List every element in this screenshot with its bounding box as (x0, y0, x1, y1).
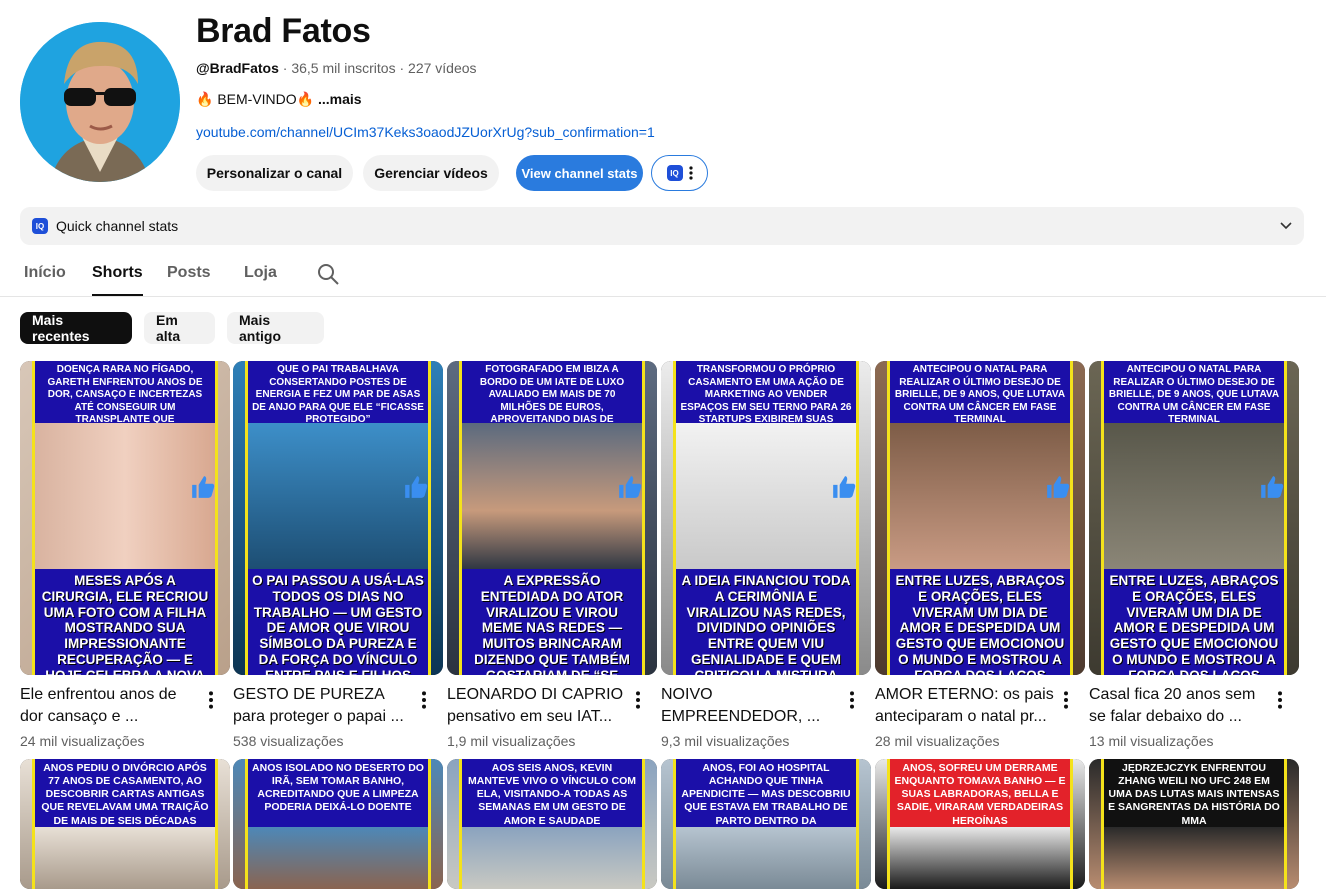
more-actions-icon[interactable] (847, 690, 857, 710)
short-views: 538 visualizações (233, 733, 344, 749)
customize-channel-button[interactable]: Personalizar o canal (196, 155, 353, 191)
short-thumbnail[interactable]: QUE O PAI TRABALHAVA CONSERTANDO POSTES … (233, 361, 443, 675)
kebab-icon (688, 166, 693, 180)
thumbnail-frame (245, 361, 431, 675)
thumbs-up-icon (833, 476, 856, 498)
short-card[interactable]: FOTOGRAFADO EM IBIZA A BORDO DE UM IATE … (447, 361, 657, 749)
short-card[interactable]: AOS SEIS ANOS, KEVIN MANTEVE VIVO O VÍNC… (447, 759, 657, 889)
more-actions-icon[interactable] (1275, 690, 1285, 710)
short-views: 1,9 mil visualizações (447, 733, 576, 749)
short-thumbnail[interactable]: TRANSFORMOU O PRÓPRIO CASAMENTO EM UMA A… (661, 361, 871, 675)
tab-inicio[interactable]: Início (24, 264, 66, 282)
short-title[interactable]: LEONARDO DI CAPRIO pensativo em seu IAT.… (447, 684, 627, 728)
thumbnail-frame (459, 361, 645, 675)
more-actions-icon[interactable] (206, 690, 216, 710)
thumbnail-frame (887, 361, 1073, 675)
short-thumbnail[interactable]: ANOS, SOFREU UM DERRAME ENQUANTO TOMAVA … (875, 759, 1085, 889)
channel-avatar[interactable] (20, 22, 180, 182)
channel-description[interactable]: 🔥 BEM-VINDO🔥 ...mais (196, 91, 362, 108)
more-actions-icon[interactable] (1061, 690, 1071, 710)
short-card[interactable]: TRANSFORMOU O PRÓPRIO CASAMENTO EM UMA A… (661, 361, 871, 749)
thumbnail-frame (245, 759, 431, 889)
short-thumbnail[interactable]: ANTECIPOU O NATAL PARA REALIZAR O ÚLTIMO… (1089, 361, 1299, 675)
thumbnail-frame (32, 361, 218, 675)
thumbs-up-icon (405, 476, 428, 498)
short-title[interactable]: AMOR ETERNO: os pais anteciparam o natal… (875, 684, 1055, 728)
channel-tabs: Início Shorts Posts Loja (0, 252, 1326, 297)
short-thumbnail[interactable]: FOTOGRAFADO EM IBIZA A BORDO DE UM IATE … (447, 361, 657, 675)
thumbnail-frame (32, 759, 218, 889)
channel-name: Brad Fatos (196, 12, 371, 50)
short-card[interactable]: ANOS ISOLADO NO DESERTO DO IRÃ, SEM TOMA… (233, 759, 443, 889)
manage-videos-button[interactable]: Gerenciar vídeos (363, 155, 499, 191)
short-thumbnail[interactable]: ANOS ISOLADO NO DESERTO DO IRÃ, SEM TOMA… (233, 759, 443, 889)
short-title[interactable]: NOIVO EMPREENDEDOR, ... (661, 684, 841, 728)
chip-mais-recentes[interactable]: Mais recentes (20, 312, 132, 344)
short-thumbnail[interactable]: JĘDRZEJCZYK ENFRENTOU ZHANG WEILI NO UFC… (1089, 759, 1299, 889)
description-text: 🔥 BEM-VINDO🔥 (196, 91, 315, 107)
short-thumbnail[interactable]: DOENÇA RARA NO FÍGADO, GARETH ENFRENTOU … (20, 361, 230, 675)
more-link[interactable]: ...mais (318, 91, 362, 107)
channel-link[interactable]: youtube.com/channel/UCIm37Keks3oaodJZUor… (196, 124, 655, 140)
more-actions-icon[interactable] (633, 690, 643, 710)
short-card[interactable]: ANOS, FOI AO HOSPITAL ACHANDO QUE TINHA … (661, 759, 871, 889)
chevron-down-icon[interactable] (1280, 222, 1292, 230)
thumbs-up-icon (1047, 476, 1070, 498)
short-card[interactable]: DOENÇA RARA NO FÍGADO, GARETH ENFRENTOU … (20, 361, 230, 749)
quick-stats-label: Quick channel stats (56, 218, 179, 234)
quick-channel-stats-bar[interactable]: IQ Quick channel stats (20, 207, 1304, 245)
thumbnail-frame (459, 759, 645, 889)
search-icon[interactable] (316, 262, 340, 286)
short-thumbnail[interactable]: AOS SEIS ANOS, KEVIN MANTEVE VIVO O VÍNC… (447, 759, 657, 889)
chip-mais-antigo[interactable]: Mais antigo (227, 312, 324, 344)
thumbs-up-icon (192, 476, 215, 498)
vidiq-icon: IQ (666, 165, 683, 181)
tab-loja[interactable]: Loja (244, 264, 277, 282)
short-title[interactable]: Casal fica 20 anos sem se falar debaixo … (1089, 684, 1269, 728)
thumbs-up-icon (1261, 476, 1284, 498)
vidiq-icon: IQ (32, 218, 48, 234)
channel-handle: @BradFatos (196, 60, 279, 76)
short-title[interactable]: Ele enfrentou anos de dor cansaço e ... (20, 684, 200, 728)
vidiq-menu-button[interactable]: IQ (651, 155, 708, 191)
chip-em-alta[interactable]: Em alta (144, 312, 215, 344)
tab-shorts[interactable]: Shorts (92, 264, 143, 296)
short-card[interactable]: JĘDRZEJCZYK ENFRENTOU ZHANG WEILI NO UFC… (1089, 759, 1299, 889)
thumbnail-frame (1101, 759, 1287, 889)
thumbnail-frame (1101, 361, 1287, 675)
short-thumbnail[interactable]: ANTECIPOU O NATAL PARA REALIZAR O ÚLTIMO… (875, 361, 1085, 675)
channel-stats: · 36,5 mil inscritos · 227 vídeos (282, 60, 477, 76)
short-card[interactable]: ANOS, SOFREU UM DERRAME ENQUANTO TOMAVA … (875, 759, 1085, 889)
short-thumbnail[interactable]: ANOS, FOI AO HOSPITAL ACHANDO QUE TINHA … (661, 759, 871, 889)
short-card[interactable]: QUE O PAI TRABALHAVA CONSERTANDO POSTES … (233, 361, 443, 749)
more-actions-icon[interactable] (419, 690, 429, 710)
thumbnail-frame (673, 759, 859, 889)
short-thumbnail[interactable]: ANOS PEDIU O DIVÓRCIO APÓS 77 ANOS DE CA… (20, 759, 230, 889)
short-card[interactable]: ANTECIPOU O NATAL PARA REALIZAR O ÚLTIMO… (875, 361, 1085, 749)
short-views: 13 mil visualizações (1089, 733, 1214, 749)
short-views: 24 mil visualizações (20, 733, 145, 749)
tab-posts[interactable]: Posts (167, 264, 211, 282)
channel-header: Brad Fatos @BradFatos · 36,5 mil inscrit… (0, 0, 1326, 200)
short-card[interactable]: ANOS PEDIU O DIVÓRCIO APÓS 77 ANOS DE CA… (20, 759, 230, 889)
view-channel-stats-button[interactable]: View channel stats (516, 155, 643, 191)
short-views: 28 mil visualizações (875, 733, 1000, 749)
short-views: 9,3 mil visualizações (661, 733, 790, 749)
channel-meta: @BradFatos · 36,5 mil inscritos · 227 ví… (196, 60, 477, 76)
short-title[interactable]: GESTO DE PUREZA para proteger o papai ..… (233, 684, 413, 728)
thumbs-up-icon (619, 476, 642, 498)
thumbnail-frame (887, 759, 1073, 889)
thumbnail-frame (673, 361, 859, 675)
short-card[interactable]: ANTECIPOU O NATAL PARA REALIZAR O ÚLTIMO… (1089, 361, 1299, 749)
